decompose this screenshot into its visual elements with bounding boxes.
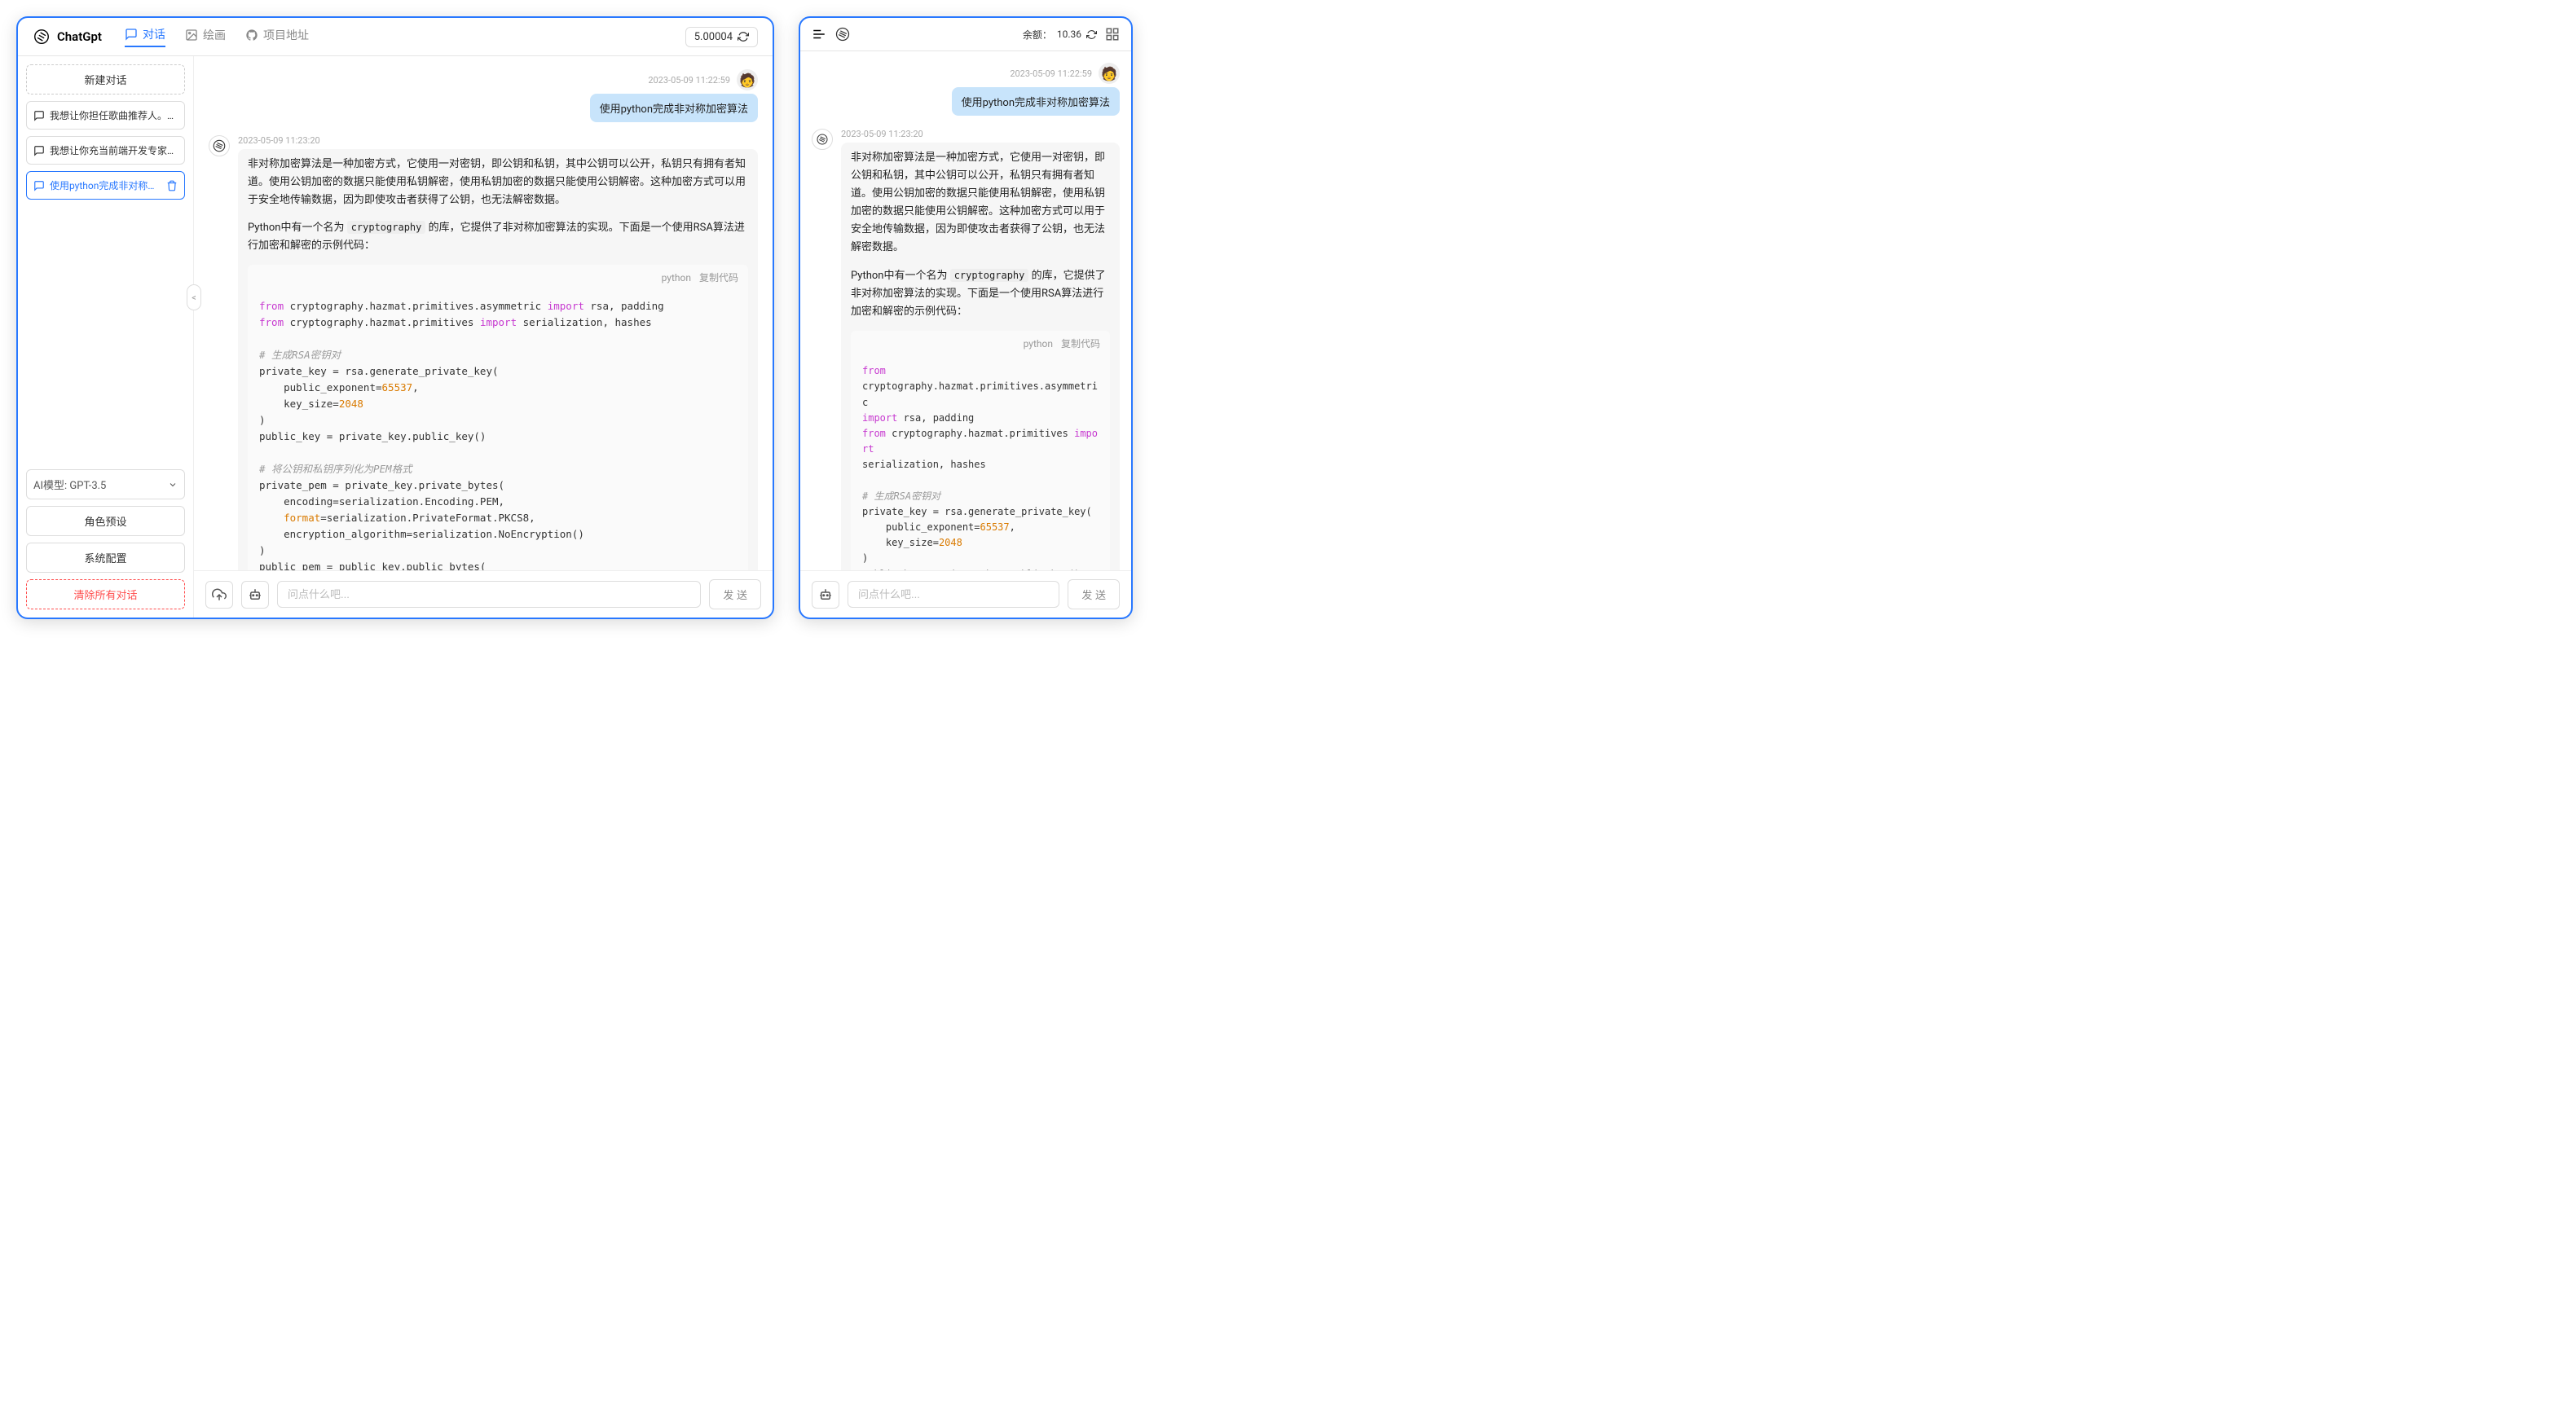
chevron-down-icon [168,480,178,490]
balance-chip[interactable]: 5.00004 [685,27,758,47]
robot-icon [818,587,833,602]
chat-input-mobile[interactable] [848,581,1059,608]
chat-area-mobile: 2023-05-09 11:22:59 🧑 使用python完成非对称加密算法 … [800,51,1131,618]
code-body: from cryptography.hazmat.primitives.asym… [851,357,1110,570]
openai-logo-icon [33,28,51,46]
openai-icon [212,138,227,153]
message-meta: 2023-05-09 11:23:20 [841,129,1120,139]
inline-code: cryptography [950,269,1029,282]
nav-tabs: 对话 绘画 项目地址 [125,26,309,47]
cloud-upload-icon [212,587,227,602]
system-config-button[interactable]: 系统配置 [26,543,185,573]
refresh-icon[interactable] [1086,29,1097,40]
robot-button[interactable] [241,581,269,609]
message-bubble-user: 使用python完成非对称加密算法 [590,94,758,122]
app-title: ChatGpt [57,29,102,44]
robot-icon [248,587,262,602]
github-icon [245,29,258,42]
code-lang: python [1024,336,1053,352]
upload-button[interactable] [205,581,233,609]
chat-bubble-icon [33,145,45,156]
input-bar-mobile: 发 送 [800,570,1131,618]
trash-icon[interactable] [166,180,178,191]
tab-chat[interactable]: 对话 [125,26,165,47]
clear-all-button[interactable]: 清除所有对话 [26,579,185,609]
body-main: 新建对话 我想让你担任歌曲推荐人。我将为... 我想让你充当前端开发专家。我将.… [18,56,773,618]
copy-code-button[interactable]: 复制代码 [1061,336,1100,352]
message-user: 2023-05-09 11:22:59 🧑 使用python完成非对称加密算法 [209,69,758,122]
chat-input[interactable] [277,581,701,608]
robot-button[interactable] [812,581,839,609]
chat-bubble-icon [33,180,45,191]
model-selector[interactable]: AI模型: GPT-3.5 [26,469,185,499]
header: ChatGpt 对话 绘画 项目地址 5.00004 [18,18,773,56]
openai-icon [816,133,829,146]
header-compact: 余额： 10.36 [800,18,1131,51]
code-body: from cryptography.hazmat.primitives.asym… [248,292,748,570]
ai-avatar [812,129,833,150]
tab-repo[interactable]: 项目地址 [245,27,309,46]
ai-paragraph: Python中有一个名为 cryptography 的库，它提供了非对称加密算法… [851,267,1110,321]
chat-scroll[interactable]: 2023-05-09 11:22:59 🧑 使用python完成非对称加密算法 … [194,56,773,570]
sidebar: 新建对话 我想让你担任歌曲推荐人。我将为... 我想让你充当前端开发专家。我将.… [18,56,194,618]
ai-content: 2023-05-09 11:23:20 非对称加密算法是一种加密方式，它使用一对… [841,129,1120,570]
conversation-item[interactable]: 我想让你担任歌曲推荐人。我将为... [26,101,185,130]
sidebar-bottom: AI模型: GPT-3.5 角色预设 系统配置 清除所有对话 [26,469,185,609]
tab-draw[interactable]: 绘画 [185,27,226,46]
send-button-mobile[interactable]: 发 送 [1068,579,1120,609]
message-meta: 2023-05-09 11:22:59 🧑 [648,69,758,90]
message-ai: 2023-05-09 11:23:20 非对称加密算法是一种加密方式，它使用一对… [209,135,758,570]
balance-display: 余额： 10.36 [1023,28,1097,42]
mobile-app-window: 余额： 10.36 2023-05-09 11:22:59 🧑 使用python… [799,16,1133,619]
desktop-app-window: ChatGpt 对话 绘画 项目地址 5.00004 新建对话 [16,16,774,619]
ai-paragraph: Python中有一个名为 cryptography 的库，它提供了非对称加密算法… [248,219,748,255]
code-lang: python [662,270,691,286]
message-user: 2023-05-09 11:22:59 🧑 使用python完成非对称加密算法 [812,63,1120,116]
message-bubble-ai: 非对称加密算法是一种加密方式，它使用一对密钥，即公钥和私钥，其中公钥可以公开，私… [841,143,1120,570]
chat-area: 2023-05-09 11:22:59 🧑 使用python完成非对称加密算法 … [194,56,773,618]
ai-paragraph: 非对称加密算法是一种加密方式，它使用一对密钥，即公钥和私钥，其中公钥可以公开，私… [248,156,748,209]
user-avatar: 🧑 [1099,63,1120,84]
ai-avatar [209,135,230,156]
menu-icon[interactable] [812,27,826,42]
refresh-icon [738,31,749,42]
inline-code: cryptography [347,221,426,234]
chat-bubble-icon [33,110,45,121]
copy-code-button[interactable]: 复制代码 [699,270,738,286]
code-header: python 复制代码 [851,331,1110,357]
message-bubble-user: 使用python完成非对称加密算法 [952,87,1120,116]
ai-content: 2023-05-09 11:23:20 非对称加密算法是一种加密方式，它使用一对… [238,135,758,570]
sidebar-collapse-handle[interactable]: < [187,284,201,310]
code-block: python 复制代码 from cryptography.hazmat.pri… [851,331,1110,570]
message-ai: 2023-05-09 11:23:20 非对称加密算法是一种加密方式，它使用一对… [812,129,1120,570]
code-block: python 复制代码 from cryptography.hazmat.pri… [248,265,748,570]
image-icon [185,29,198,42]
role-preset-button[interactable]: 角色预设 [26,506,185,536]
input-bar: 发 送 [194,570,773,618]
new-chat-button[interactable]: 新建对话 [26,64,185,95]
chat-scroll-mobile[interactable]: 2023-05-09 11:22:59 🧑 使用python完成非对称加密算法 … [800,51,1131,570]
message-bubble-ai: 非对称加密算法是一种加密方式，它使用一对密钥，即公钥和私钥，其中公钥可以公开，私… [238,149,758,570]
openai-logo-icon [834,26,851,42]
user-avatar: 🧑 [737,69,758,90]
send-button[interactable]: 发 送 [709,579,761,609]
ai-paragraph: 非对称加密算法是一种加密方式，它使用一对密钥，即公钥和私钥，其中公钥可以公开，私… [851,149,1110,257]
conversation-item[interactable]: 我想让你充当前端开发专家。我将... [26,136,185,165]
message-meta: 2023-05-09 11:22:59 🧑 [1010,63,1120,84]
message-meta: 2023-05-09 11:23:20 [238,135,758,146]
conversation-item-active[interactable]: 使用python完成非对称加密算法 [26,171,185,200]
code-header: python 复制代码 [248,265,748,291]
grid-icon[interactable] [1105,27,1120,42]
chat-icon [125,28,138,41]
